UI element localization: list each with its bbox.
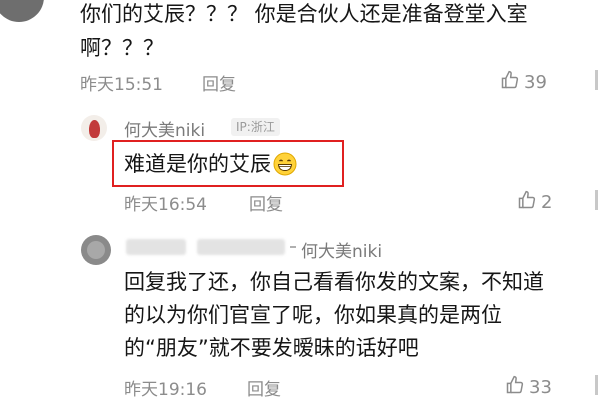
avatar-reply2[interactable] bbox=[81, 235, 111, 265]
reply2-text-line3: 的“朋友”就不要发暧昧的话好吧 bbox=[124, 336, 419, 360]
reply1-username[interactable]: 何大美niki bbox=[124, 116, 205, 141]
like-count: 39 bbox=[524, 72, 547, 93]
avatar-top[interactable] bbox=[0, 0, 44, 22]
reply2-time: 昨天19:16 bbox=[124, 380, 207, 400]
reply-arrow bbox=[290, 246, 296, 248]
grinning-face-icon bbox=[273, 152, 297, 176]
reply1-more-icon[interactable] bbox=[595, 190, 598, 210]
thumbs-up-icon bbox=[505, 375, 525, 400]
thumbs-up-icon bbox=[500, 70, 520, 95]
redacted-username bbox=[126, 239, 186, 255]
reply1-like-button[interactable]: 2 bbox=[517, 190, 552, 215]
reply1-ip-badge: IP:浙江 bbox=[231, 118, 280, 136]
comment-top-text-line2: 啊？？？ bbox=[80, 36, 164, 60]
reply2-more-icon[interactable] bbox=[595, 375, 598, 395]
comment-top-reply-button[interactable]: 回复 bbox=[202, 70, 236, 95]
like-count: 2 bbox=[541, 192, 553, 213]
reply2-reply-button[interactable]: 回复 bbox=[247, 375, 281, 400]
redacted-username bbox=[197, 239, 285, 255]
reply2-text-line1: 回复我了还，你自己看看你发的文案，不知道 bbox=[124, 270, 544, 294]
reply2-like-button[interactable]: 33 bbox=[505, 375, 552, 400]
reply1-text: 难道是你的艾辰 bbox=[124, 150, 297, 178]
avatar-reply1[interactable] bbox=[81, 115, 107, 141]
reply1-text-content: 难道是你的艾辰 bbox=[124, 152, 271, 176]
comment-top-text-line1: 你们的艾辰？？？ 你是合伙人还是准备登堂入室 bbox=[80, 2, 528, 26]
comment-top-time: 昨天15:51 bbox=[80, 75, 163, 95]
like-count: 33 bbox=[529, 377, 552, 398]
reply2-text-line2: 的以为你们官宣了呢，你如果真的是两位 bbox=[124, 303, 502, 327]
comment-top-more-icon[interactable] bbox=[595, 70, 598, 90]
thumbs-up-icon bbox=[517, 190, 537, 215]
reply1-reply-button[interactable]: 回复 bbox=[249, 190, 283, 215]
reply1-time: 昨天16:54 bbox=[124, 195, 207, 215]
comment-top-like-button[interactable]: 39 bbox=[500, 70, 547, 95]
reply2-reply-to[interactable]: 何大美niki bbox=[301, 237, 382, 262]
